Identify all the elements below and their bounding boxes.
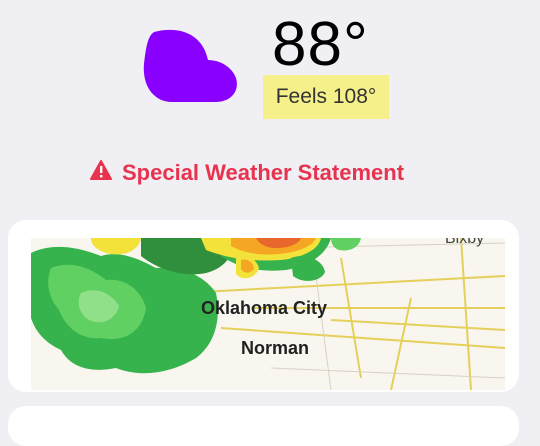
feels-like-badge: Feels 108° (263, 75, 389, 119)
alert-text: Special Weather Statement (122, 160, 405, 185)
radar-map-card[interactable]: Bixby Oklahoma City Norman (8, 220, 519, 392)
map-label-oklahoma-city: Oklahoma City (201, 298, 328, 318)
temperature: 88° (272, 10, 369, 79)
map-label-bixby: Bixby (445, 238, 485, 247)
map-label-norman: Norman (241, 338, 310, 358)
weather-alert-link[interactable]: Special Weather Statement (90, 158, 404, 188)
warning-icon (90, 160, 112, 186)
cloud-icon (142, 26, 238, 103)
next-card (8, 406, 519, 446)
radar-map[interactable]: Bixby Oklahoma City Norman (31, 238, 505, 390)
